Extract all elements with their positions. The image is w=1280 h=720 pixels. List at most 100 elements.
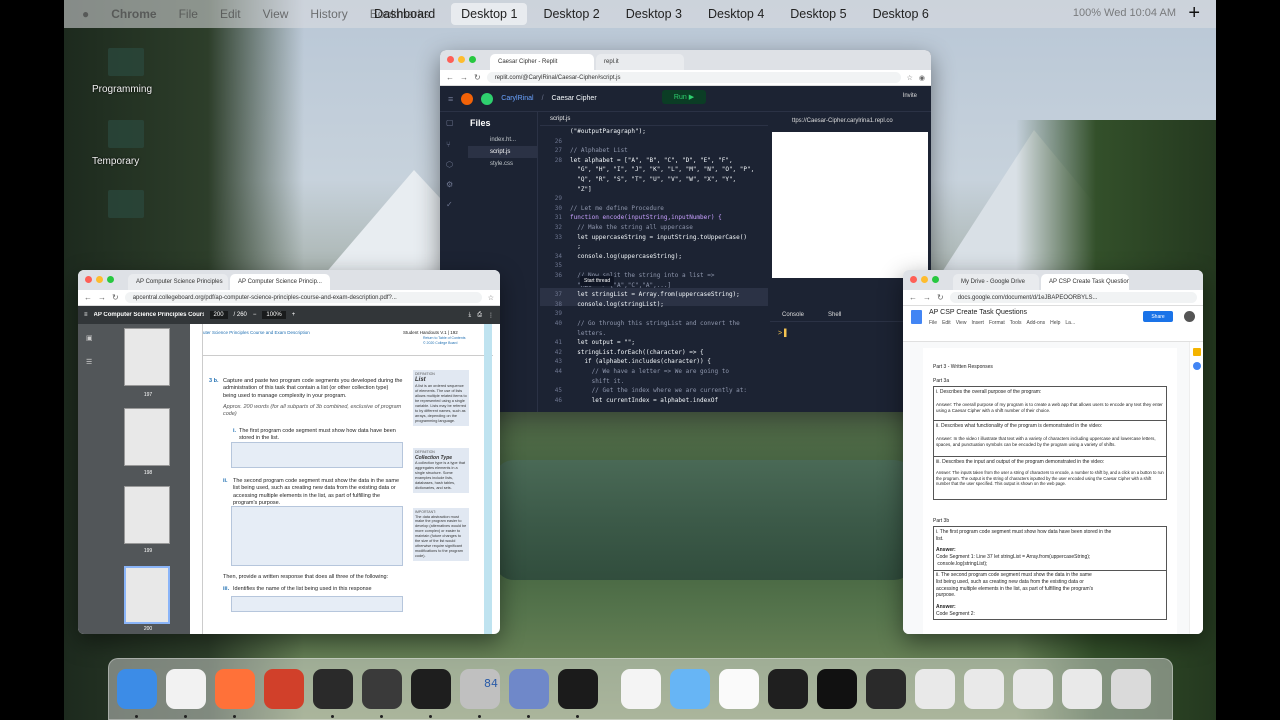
download-icon[interactable]: ⤓ bbox=[469, 312, 472, 319]
space-desktop-6[interactable]: Desktop 6 bbox=[863, 3, 939, 25]
code-line[interactable]: // Alphabet List bbox=[570, 147, 628, 154]
page-thumbnail[interactable] bbox=[124, 408, 170, 466]
firefox-icon[interactable] bbox=[215, 669, 255, 709]
zoom-icon[interactable] bbox=[932, 276, 939, 283]
chrome-window-icon[interactable] bbox=[1013, 669, 1053, 709]
browser-tab[interactable]: AP Computer Science Princip... bbox=[230, 274, 330, 290]
file-item[interactable]: index.ht... bbox=[468, 134, 537, 146]
reload-icon[interactable]: ↻ bbox=[474, 73, 481, 82]
space-desktop-4[interactable]: Desktop 4 bbox=[698, 3, 774, 25]
code-line[interactable]: // We have a letter => We are going to bbox=[570, 368, 729, 375]
screenshot-icon[interactable] bbox=[768, 669, 808, 709]
close-icon[interactable] bbox=[85, 276, 92, 283]
code-line[interactable]: letters. bbox=[570, 330, 606, 337]
page-thumbnail[interactable] bbox=[124, 328, 170, 386]
code-line[interactable]: "G", "H", "I", "J", "K", "L", "M", "N", … bbox=[570, 166, 754, 173]
back-icon[interactable]: ← bbox=[84, 293, 92, 302]
menubar-app[interactable]: Chrome bbox=[111, 7, 156, 21]
blank-doc-icon[interactable] bbox=[719, 669, 759, 709]
tasks-icon[interactable] bbox=[1193, 362, 1201, 370]
sublime-icon[interactable] bbox=[362, 669, 402, 709]
quicktime-icon[interactable] bbox=[558, 669, 598, 709]
minimize-icon[interactable] bbox=[921, 276, 928, 283]
chrome-window-icon[interactable] bbox=[964, 669, 1004, 709]
check-icon[interactable]: ✓ bbox=[446, 200, 462, 210]
url-field[interactable]: apcentral.collegeboard.org/pdf/ap-comput… bbox=[124, 292, 482, 303]
code-line[interactable]: let output = ""; bbox=[570, 339, 635, 346]
terminal-window-icon[interactable] bbox=[817, 669, 857, 709]
code-line[interactable]: // Get the index where we are currently … bbox=[570, 387, 747, 394]
code-line[interactable]: let alphabet = ["A", "B", "C", "D", "E",… bbox=[570, 157, 733, 164]
forward-icon[interactable]: → bbox=[460, 73, 468, 82]
browser-tab[interactable]: repl.it bbox=[596, 54, 684, 70]
invite-button[interactable]: Invite bbox=[903, 93, 917, 99]
close-icon[interactable] bbox=[447, 56, 454, 63]
packages-icon[interactable]: ⬡ bbox=[446, 160, 462, 170]
pdf-window[interactable]: AP Computer Science Principles AP Comput… bbox=[78, 270, 500, 634]
menu-item[interactable]: Tools bbox=[1010, 320, 1022, 326]
reload-icon[interactable]: ↻ bbox=[112, 293, 119, 302]
space-desktop-2[interactable]: Desktop 2 bbox=[533, 3, 609, 25]
browser-tab[interactable]: Caesar Cipher - Replit bbox=[490, 54, 594, 70]
file-item[interactable]: style.css bbox=[468, 158, 537, 170]
desktop-folder-icon[interactable] bbox=[108, 120, 144, 148]
tab-shell[interactable]: Shell bbox=[828, 312, 841, 318]
terminal-icon[interactable] bbox=[313, 669, 353, 709]
editor-tab[interactable]: script.js bbox=[540, 112, 768, 126]
print-icon[interactable]: ⎙ bbox=[477, 312, 482, 319]
space-dashboard[interactable]: Dashboard bbox=[364, 3, 445, 25]
code-line[interactable]: let stringList = Array.from(uppercaseStr… bbox=[570, 291, 740, 298]
files-icon[interactable]: ▢ bbox=[446, 118, 462, 128]
star-icon[interactable]: ☆ bbox=[488, 294, 494, 302]
keep-icon[interactable] bbox=[1193, 348, 1201, 356]
outline-icon[interactable]: ☰ bbox=[86, 358, 92, 366]
chrome-window-icon[interactable] bbox=[1062, 669, 1102, 709]
replit-window[interactable]: Caesar Cipher - Replit repl.it ← → ↻ rep… bbox=[440, 50, 931, 412]
code-line[interactable]: // Let me define Procedure bbox=[570, 205, 664, 212]
page-number-field[interactable]: 200 bbox=[209, 311, 228, 319]
document-icon[interactable] bbox=[621, 669, 661, 709]
file-item[interactable]: script.js bbox=[468, 146, 537, 158]
menubar-item[interactable]: File bbox=[179, 7, 198, 21]
google-docs-window[interactable]: My Drive - Google Drive AP CSP Create Ta… bbox=[903, 270, 1203, 634]
code-line[interactable]: "Q", "R", "S", "T", "U", "V", "W", "X", … bbox=[570, 176, 736, 183]
menu-icon[interactable]: ≡ bbox=[84, 312, 88, 318]
menu-item[interactable]: Edit bbox=[942, 320, 951, 326]
close-icon[interactable] bbox=[910, 276, 917, 283]
menu-item[interactable]: Help bbox=[1050, 320, 1060, 326]
desktop-folder-icon[interactable] bbox=[108, 48, 144, 76]
browser-tab[interactable]: AP Computer Science Principles bbox=[128, 274, 228, 290]
code-line[interactable]: console.log(stringList); bbox=[570, 301, 664, 308]
run-button[interactable]: Run ▶ bbox=[662, 90, 706, 104]
code-line[interactable]: ("#outputParagraph"); bbox=[570, 128, 646, 135]
code-line[interactable]: console.log(uppercaseString); bbox=[570, 253, 682, 260]
back-icon[interactable]: ← bbox=[446, 73, 454, 82]
code-line[interactable]: if (alphabet.includes(character)) { bbox=[570, 358, 710, 365]
repl-title[interactable]: Caesar Cipher bbox=[552, 95, 597, 102]
space-desktop-1[interactable]: Desktop 1 bbox=[451, 3, 528, 25]
page-thumbnail-selected[interactable] bbox=[124, 566, 170, 624]
menubar-item[interactable]: View bbox=[263, 7, 289, 21]
menu-item[interactable]: Format bbox=[989, 320, 1005, 326]
zoom-field[interactable]: 100% bbox=[262, 311, 286, 319]
avatar[interactable] bbox=[481, 92, 494, 105]
chrome-window-icon[interactable] bbox=[915, 669, 955, 709]
console-prompt[interactable]: > ▌ bbox=[778, 330, 789, 337]
minimize-icon[interactable] bbox=[96, 276, 103, 283]
calculator-icon[interactable]: 84 bbox=[460, 669, 500, 709]
menubar-item[interactable]: History bbox=[310, 7, 347, 21]
docs-logo-icon[interactable] bbox=[911, 310, 922, 324]
desktop-folder-icon[interactable] bbox=[108, 190, 144, 218]
forward-icon[interactable]: → bbox=[923, 293, 931, 302]
page-thumbnail[interactable] bbox=[124, 486, 170, 544]
back-icon[interactable]: ← bbox=[909, 293, 917, 302]
webview-url[interactable]: ttps://Caesar-Cipher.carylrina1.repl.co bbox=[770, 112, 931, 130]
repl-user[interactable]: CarylRinal bbox=[501, 95, 533, 102]
zoom-icon[interactable] bbox=[469, 56, 476, 63]
extension-icon[interactable]: ◉ bbox=[919, 74, 925, 82]
code-line[interactable]: "Z"] bbox=[570, 186, 591, 193]
code-line[interactable]: // Make the string all uppercase bbox=[570, 224, 693, 231]
browser-tab[interactable]: AP CSP Create Task Question bbox=[1041, 274, 1129, 290]
code-line[interactable]: // Go through this stringList and conver… bbox=[570, 320, 740, 327]
menu-item[interactable]: Add-ons bbox=[1026, 320, 1045, 326]
